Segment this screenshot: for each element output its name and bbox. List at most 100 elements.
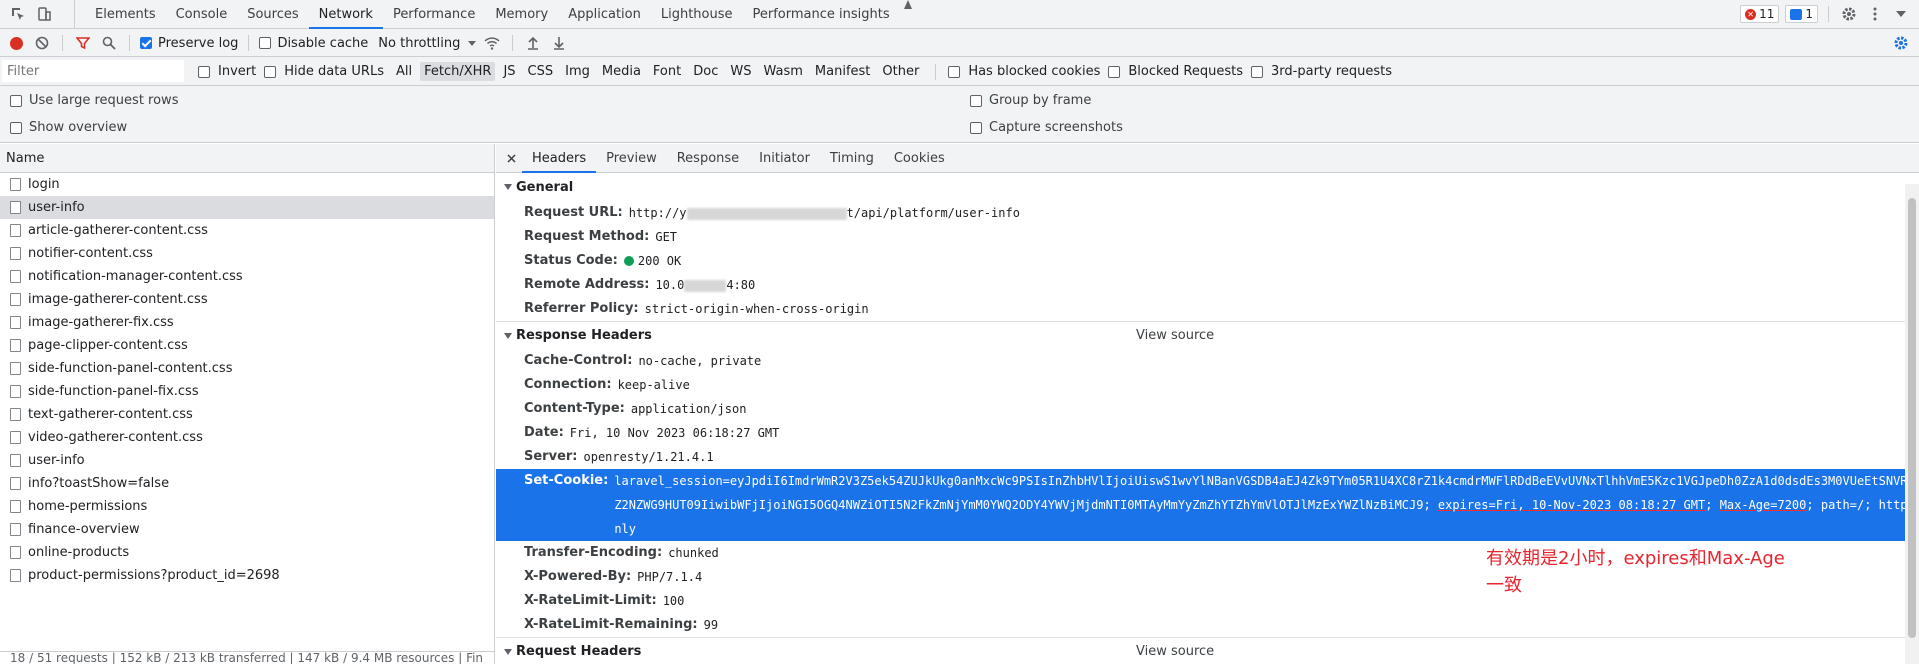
connection-label: Connection: — [524, 377, 612, 392]
filter-type-all[interactable]: All — [392, 62, 416, 81]
export-har-icon[interactable] — [549, 33, 569, 53]
device-toolbar-icon[interactable] — [34, 4, 54, 24]
network-settings-icon[interactable] — [1891, 33, 1911, 53]
tab-performance[interactable]: Performance — [383, 0, 485, 29]
name-column-header[interactable]: Name — [0, 144, 494, 173]
file-icon — [10, 293, 21, 306]
filter-type-img[interactable]: Img — [561, 62, 594, 81]
response-headers-section-header[interactable]: Response Headers View source — [496, 321, 1919, 349]
preserve-log-checkbox[interactable] — [140, 37, 152, 49]
more-options-icon[interactable] — [1865, 4, 1885, 24]
tab-lighthouse[interactable]: Lighthouse — [651, 0, 743, 29]
filter-input[interactable] — [2, 60, 184, 82]
filter-type-fetch-xhr[interactable]: Fetch/XHR — [420, 62, 496, 81]
content-type-label: Content-Type: — [524, 401, 625, 416]
errors-badge[interactable]: ✕ 11 — [1740, 5, 1780, 23]
messages-badge[interactable]: 1 — [1785, 5, 1818, 23]
disable-cache-checkbox[interactable] — [259, 37, 272, 49]
request-row[interactable]: video-gatherer-content.css — [0, 426, 494, 449]
import-har-icon[interactable] — [523, 33, 543, 53]
hide-data-urls-checkbox[interactable] — [264, 65, 277, 78]
has-blocked-cookies-checkbox[interactable] — [948, 65, 961, 78]
tab-memory[interactable]: Memory — [485, 0, 558, 29]
filter-type-manifest[interactable]: Manifest — [811, 62, 874, 81]
filter-type-wasm[interactable]: Wasm — [759, 62, 806, 81]
filter-type-js[interactable]: JS — [499, 62, 519, 81]
record-icon — [9, 36, 23, 50]
filter-button[interactable] — [73, 33, 93, 53]
request-url-end: t/api/platform/user-info — [846, 206, 1020, 220]
file-icon — [10, 316, 21, 329]
request-row[interactable]: image-gatherer-content.css — [0, 288, 494, 311]
request-row[interactable]: notifier-content.css — [0, 242, 494, 265]
request-row[interactable]: article-gatherer-content.css — [0, 219, 494, 242]
request-row[interactable]: online-products — [0, 541, 494, 564]
request-row[interactable]: user-info — [0, 449, 494, 472]
filter-type-doc[interactable]: Doc — [689, 62, 722, 81]
filter-type-ws[interactable]: WS — [726, 62, 755, 81]
set-cookie-row[interactable]: Set-Cookie: laravel_session=eyJpdiI6Imdr… — [496, 469, 1919, 541]
detail-tab-headers[interactable]: Headers — [522, 144, 597, 173]
request-row[interactable]: side-function-panel-fix.css — [0, 380, 494, 403]
filter-type-css[interactable]: CSS — [524, 62, 558, 81]
general-title: General — [516, 179, 574, 195]
show-overview-label: Show overview — [29, 120, 128, 135]
request-row[interactable]: text-gatherer-content.css — [0, 403, 494, 426]
large-rows-checkbox[interactable] — [10, 94, 22, 107]
third-party-checkbox[interactable] — [1251, 65, 1264, 78]
file-icon — [10, 178, 21, 191]
detail-tab-timing[interactable]: Timing — [820, 144, 884, 173]
request-name: image-gatherer-fix.css — [28, 315, 174, 330]
request-row[interactable]: home-permissions — [0, 495, 494, 518]
detail-tab-initiator[interactable]: Initiator — [749, 144, 820, 173]
tab-performance-insights[interactable]: Performance insights — [743, 0, 900, 29]
request-url-start: http://y — [628, 206, 687, 220]
invert-checkbox[interactable] — [198, 65, 210, 78]
network-conditions-icon[interactable] — [482, 33, 502, 53]
referrer-policy-label: Referrer Policy: — [524, 301, 639, 316]
request-name: user-info — [28, 200, 85, 215]
inspect-element-icon[interactable] — [8, 4, 28, 24]
clear-button[interactable] — [32, 33, 52, 53]
request-row[interactable]: page-clipper-content.css — [0, 334, 494, 357]
tab-network[interactable]: Network — [308, 0, 383, 29]
show-overview-checkbox[interactable] — [10, 121, 22, 134]
close-icon[interactable] — [1891, 4, 1911, 24]
detail-tab-cookies[interactable]: Cookies — [884, 144, 955, 173]
file-icon — [10, 385, 21, 398]
request-row[interactable]: side-function-panel-content.css — [0, 357, 494, 380]
remote-end: 4:80 — [726, 278, 756, 292]
record-button[interactable] — [6, 33, 26, 53]
tab-sources[interactable]: Sources — [237, 0, 308, 29]
capture-screenshots-checkbox[interactable] — [970, 121, 982, 134]
group-by-frame-checkbox[interactable] — [970, 94, 982, 107]
detail-tab-preview[interactable]: Preview — [596, 144, 667, 173]
gear-icon[interactable] — [1839, 4, 1859, 24]
tab-elements[interactable]: Elements — [85, 0, 166, 29]
scrollbar-thumb[interactable] — [1908, 198, 1916, 638]
search-button[interactable] — [99, 33, 119, 53]
throttling-select[interactable]: No throttling — [378, 36, 477, 51]
request-row[interactable]: image-gatherer-fix.css — [0, 311, 494, 334]
request-row[interactable]: login — [0, 173, 494, 196]
filter-type-other[interactable]: Other — [878, 62, 923, 81]
request-row[interactable]: info?toastShow=false — [0, 472, 494, 495]
close-detail-icon[interactable] — [504, 148, 518, 168]
filter-type-font[interactable]: Font — [649, 62, 685, 81]
request-headers-section-header[interactable]: Request Headers View source — [496, 637, 1919, 664]
tab-console[interactable]: Console — [166, 0, 238, 29]
request-name: finance-overview — [28, 522, 140, 537]
tab-application[interactable]: Application — [558, 0, 651, 29]
request-row[interactable]: finance-overview — [0, 518, 494, 541]
filter-type-media[interactable]: Media — [598, 62, 645, 81]
detail-tab-response[interactable]: Response — [667, 144, 749, 173]
request-row[interactable]: notification-manager-content.css — [0, 265, 494, 288]
request-row[interactable]: product-permissions?product_id=2698 — [0, 564, 494, 587]
divider — [62, 35, 63, 51]
detail-scrollbar[interactable] — [1905, 184, 1919, 664]
blocked-requests-checkbox[interactable] — [1108, 65, 1121, 78]
request-row[interactable]: user-info — [0, 196, 494, 219]
response-view-source-link[interactable]: View source — [1136, 328, 1214, 343]
general-section-header[interactable]: General — [496, 173, 1919, 201]
request-view-source-link[interactable]: View source — [1136, 644, 1214, 659]
